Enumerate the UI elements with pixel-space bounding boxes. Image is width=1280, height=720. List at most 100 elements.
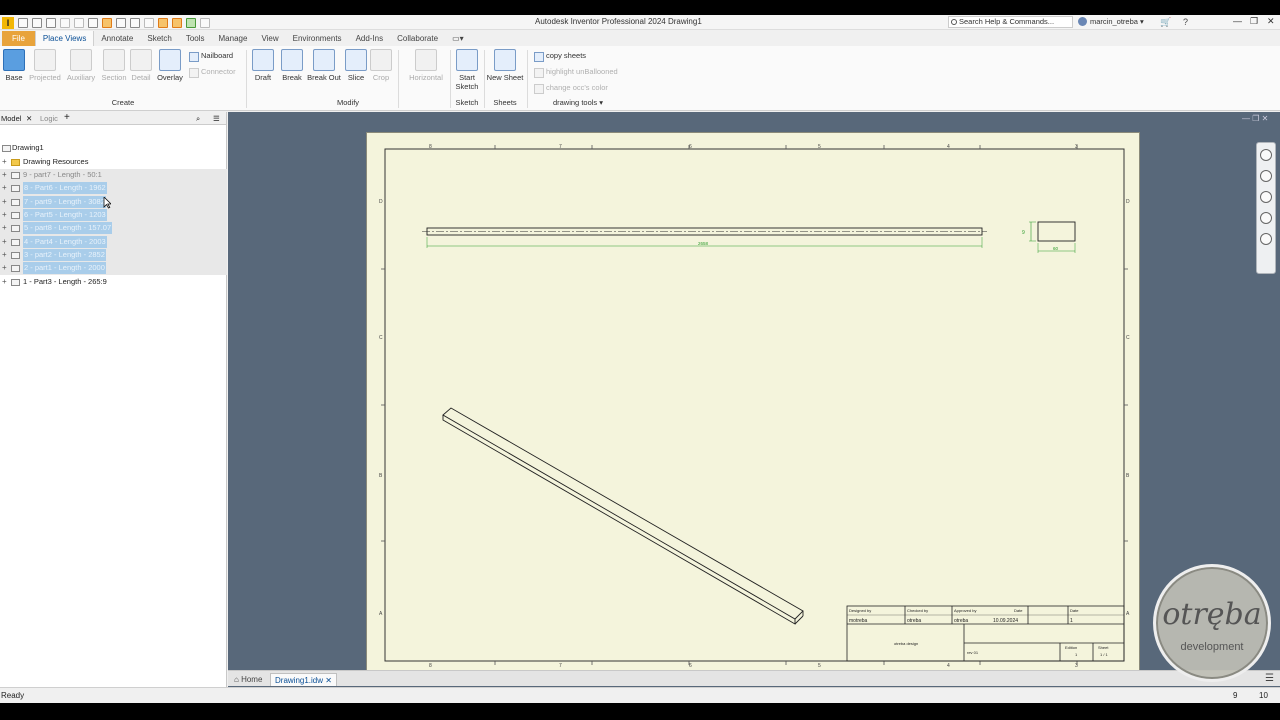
close-tab-icon[interactable]: ✕ (325, 676, 332, 685)
new-file-icon[interactable] (18, 17, 28, 28)
change-color-button[interactable]: change occ's color (534, 83, 608, 94)
slice-button[interactable]: Slice (344, 49, 368, 82)
auxiliary-view-button[interactable]: Auxiliary (64, 49, 98, 82)
tree-sheet-item[interactable]: +7 - part9 - Length - 3082 (0, 196, 180, 208)
side-view[interactable]: 9 60 (1022, 221, 1076, 253)
expand-icon[interactable]: + (2, 169, 7, 181)
checked-by-label: Checked by (907, 608, 928, 613)
measure-icon[interactable] (144, 17, 154, 28)
tree-sheet-item[interactable]: +3 - part2 - Length - 2852 (0, 249, 180, 261)
length-dimension[interactable]: 2658 (698, 241, 709, 246)
tab-tools[interactable]: Tools (179, 31, 212, 46)
tab-file[interactable]: File (2, 31, 35, 46)
browser-search-icon[interactable]: ⌕ (196, 114, 200, 124)
tree-sheet-item[interactable]: +8 - Part6 - Length - 1962 (0, 182, 180, 194)
tab-logic[interactable]: Logic (40, 114, 58, 123)
close-tab-icon[interactable]: ✕ (26, 114, 32, 123)
minimize-button[interactable]: — (1233, 16, 1242, 26)
drawing-sheet[interactable]: 8 7 6 5 4 3 8 7 6 5 4 3 D C B A D C B A … (366, 132, 1140, 679)
material-icon[interactable] (172, 17, 182, 28)
expand-icon[interactable]: + (2, 262, 7, 274)
expand-icon[interactable]: + (2, 222, 7, 234)
nailboard-button[interactable]: Nailboard (189, 51, 233, 62)
expand-icon[interactable]: + (2, 276, 7, 288)
search-input[interactable]: Search Help & Commands... (948, 16, 1073, 28)
base-view-button[interactable]: Base (3, 49, 25, 82)
projected-view-button[interactable]: Projected (28, 49, 62, 82)
zoom-icon[interactable] (1260, 191, 1272, 203)
tab-place-views[interactable]: Place Views (34, 31, 95, 46)
start-sketch-button[interactable]: Start Sketch (454, 49, 480, 91)
connector-button[interactable]: Connector (189, 67, 236, 78)
graphics-window[interactable]: 8 7 6 5 4 3 8 7 6 5 4 3 D C B A D C B A … (228, 112, 1280, 687)
drawing-tab[interactable]: Drawing1.idw ✕ (270, 673, 337, 686)
title-block[interactable] (846, 605, 1125, 662)
open-file-icon[interactable] (32, 17, 42, 28)
highlight-unballooned-button[interactable]: highlight unBallooned (534, 67, 618, 78)
tree-sheet-item[interactable]: +2 - part1 - Length - 2000 (0, 262, 180, 274)
tab-add-ins[interactable]: Add-Ins (349, 31, 391, 46)
overlay-view-button[interactable]: Overlay (155, 49, 185, 82)
tab-view[interactable]: View (254, 31, 285, 46)
draft-view-button[interactable]: Draft (251, 49, 275, 82)
tab-collaborate[interactable]: Collaborate (390, 31, 445, 46)
tab-environments[interactable]: Environments (286, 31, 349, 46)
tree-sheet-item[interactable]: +1 - Part3 - Length - 265:9 (0, 276, 180, 288)
tab-manage[interactable]: Manage (212, 31, 255, 46)
restore-button[interactable]: ❐ (1250, 16, 1258, 27)
tab-model[interactable]: Model (1, 114, 21, 123)
expand-icon[interactable]: + (2, 209, 7, 221)
tree-sheet-item[interactable]: +4 - Part4 - Length - 2003 (0, 236, 180, 248)
tree-sheet-item[interactable]: +6 - Part5 - Length - 1203 (0, 209, 180, 221)
break-button[interactable]: Break (280, 49, 304, 82)
tree-sheet-item[interactable]: +5 - part8 - Length - 157.07 (0, 222, 180, 234)
height-dimension[interactable]: 9 (1022, 230, 1025, 236)
ribbon-options-icon[interactable]: ▭▾ (445, 31, 471, 46)
add-tab-icon[interactable]: + (64, 112, 70, 123)
help-icon[interactable]: ? (1183, 17, 1188, 27)
viewport-controls[interactable]: — ❐ ✕ (1242, 114, 1268, 123)
tree-drawing-resources[interactable]: + Drawing Resources (0, 156, 120, 168)
expand-icon[interactable]: + (2, 182, 7, 194)
orbit-icon[interactable] (1260, 233, 1272, 245)
redo-icon[interactable] (74, 17, 84, 28)
cart-icon[interactable]: 🛒 (1160, 17, 1171, 28)
close-button[interactable]: ✕ (1267, 16, 1275, 27)
browser-menu-icon[interactable]: ☰ (213, 114, 220, 123)
drawing-tools-group-label[interactable]: drawing tools ▾ (530, 98, 626, 107)
crop-button[interactable]: Crop (370, 49, 392, 82)
print-icon[interactable] (116, 17, 126, 28)
update-icon[interactable] (102, 17, 112, 28)
width-dimension[interactable]: 60 (1053, 246, 1059, 251)
expand-icon[interactable]: + (2, 196, 7, 208)
new-sheet-button[interactable]: New Sheet (486, 49, 524, 82)
zoom-window-icon[interactable] (1260, 212, 1272, 224)
appearance-icon[interactable] (158, 17, 168, 28)
home-tab[interactable]: ⌂ Home (230, 673, 266, 686)
user-account[interactable]: marcin_otreba ▾ (1078, 17, 1144, 26)
undo-icon[interactable] (60, 17, 70, 28)
save-icon[interactable] (46, 17, 56, 28)
add-icon[interactable] (200, 17, 210, 28)
expand-icon[interactable]: + (2, 236, 7, 248)
tree-sheet-item[interactable]: +9 - part7 - Length - 50:1 (0, 169, 180, 181)
expand-icon[interactable]: + (2, 249, 7, 261)
copy-sheets-button[interactable]: copy sheets (534, 51, 586, 62)
front-view[interactable]: 2658 (422, 227, 987, 248)
project-icon[interactable] (130, 17, 140, 28)
tabs-menu-icon[interactable]: ☰ (1265, 673, 1274, 684)
ilogic-icon[interactable] (186, 17, 196, 28)
horizontal-button[interactable]: Horizontal (405, 49, 447, 82)
break-out-button[interactable]: Break Out (306, 49, 342, 82)
steering-wheel-icon[interactable] (1260, 149, 1272, 161)
detail-view-button[interactable]: Detail (130, 49, 152, 82)
section-view-button[interactable]: Section (99, 49, 129, 82)
tab-annotate[interactable]: Annotate (94, 31, 140, 46)
tree-root[interactable]: Drawing1 (0, 142, 120, 154)
tab-sketch[interactable]: Sketch (140, 31, 178, 46)
expand-icon[interactable]: + (2, 156, 7, 168)
isometric-view[interactable] (442, 407, 804, 625)
home-icon[interactable] (88, 17, 98, 28)
inventor-logo[interactable]: I (2, 16, 14, 29)
pan-icon[interactable] (1260, 170, 1272, 182)
